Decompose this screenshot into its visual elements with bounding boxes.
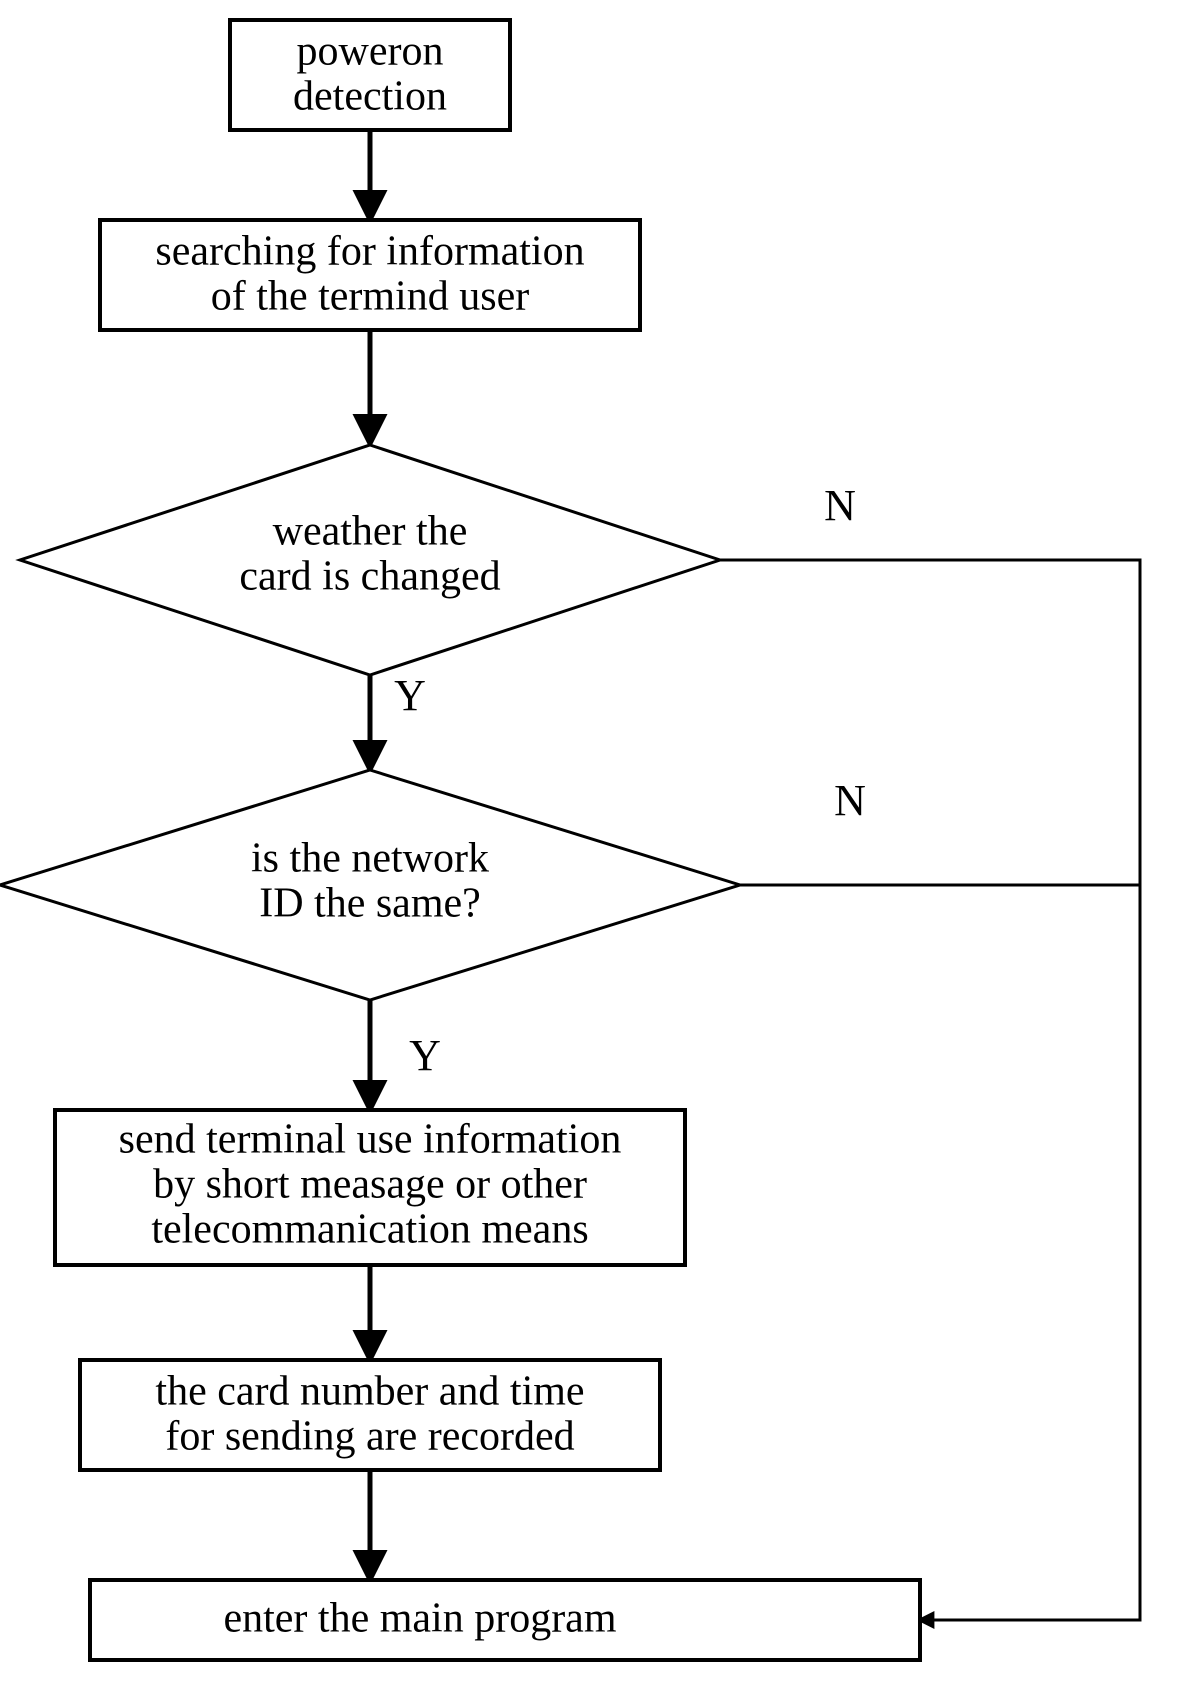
box-record-line1: the card number and time	[155, 1369, 584, 1415]
branch-n-d2: N	[834, 776, 866, 825]
diamond-network-id-line2: ID the same?	[259, 881, 481, 927]
box-poweron-detection-line1: poweron	[297, 29, 444, 75]
diamond-card-changed-line2: card is changed	[239, 554, 500, 600]
arrow-d1-n-to-main	[720, 560, 1140, 1620]
box-searching-info-line1: searching for information	[155, 229, 584, 275]
branch-y-d1: Y	[394, 671, 426, 720]
branch-n-d1: N	[824, 481, 856, 530]
diamond-card-changed-line1: weather the	[273, 509, 468, 555]
box-send-info-line3: telecommanication means	[151, 1207, 588, 1253]
box-send-info-line2: by short measage or other	[153, 1162, 587, 1208]
box-poweron-detection-line2: detection	[293, 74, 447, 120]
box-send-info-line1: send terminal use information	[119, 1117, 622, 1163]
diamond-network-id-line1: is the network	[251, 836, 489, 882]
flowchart: poweron detection searching for informat…	[0, 0, 1203, 1703]
box-record-line2: for sending are recorded	[165, 1414, 574, 1460]
box-main-program-line1: enter the main program	[223, 1596, 616, 1642]
box-searching-info-line2: of the termind user	[211, 274, 529, 320]
branch-y-d2: Y	[409, 1031, 441, 1080]
